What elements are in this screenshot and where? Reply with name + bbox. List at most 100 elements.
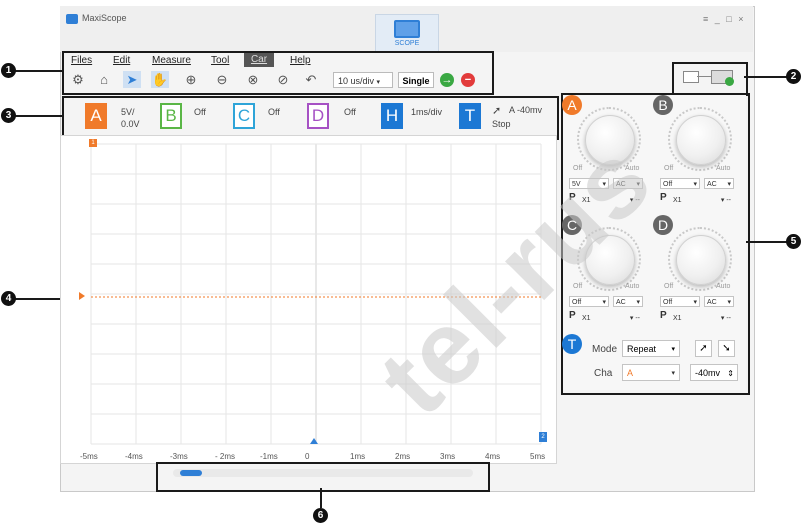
callout-box-scrollbar — [156, 462, 490, 492]
callout-number-2: 2 — [786, 69, 801, 84]
zoom-y-icon[interactable]: ⊘ — [274, 71, 292, 88]
channel-c-button[interactable]: C — [233, 103, 255, 129]
trigger-mode-value: Repeat — [627, 344, 657, 354]
menu-help[interactable]: Help — [290, 55, 311, 66]
cursor-marker-top[interactable]: 1 — [89, 139, 97, 147]
channel-b-badge: B — [653, 95, 673, 115]
channel-d-volt-select[interactable]: Off ▾ — [660, 296, 700, 307]
trigger-channel-label: Cha — [594, 368, 613, 379]
zoom-in-icon[interactable]: ⊕ — [182, 71, 200, 88]
channel-d-volt-value: Off — [663, 299, 673, 306]
channel-d-knob[interactable] — [676, 235, 726, 285]
horizontal-timebase: 1ms/div — [411, 107, 443, 117]
zoom-x-icon[interactable]: ⊗ — [244, 71, 262, 88]
channel-c-probe-value: X1 — [582, 315, 591, 322]
channel-d-settings: D Off Auto Off ▾ AC ▾ P X1 ▾ -- — [653, 215, 743, 335]
tab-scope-label: SCOPE — [394, 40, 420, 47]
channel-d-coupling-select[interactable]: AC ▾ — [704, 296, 734, 307]
horizontal-button[interactable]: H — [381, 103, 403, 129]
switch-status-icon — [725, 77, 734, 86]
trigger-edge-icon: ➚ — [492, 105, 502, 117]
x-tick-label: 0 — [305, 452, 310, 461]
knob-auto-label: Auto — [716, 283, 731, 290]
x-tick-label: -5ms — [80, 452, 98, 461]
cursor-marker-bottom[interactable]: 2 — [539, 432, 547, 442]
knob-off-label: Off — [664, 283, 674, 290]
channel-b-coupling-select[interactable]: AC ▾ — [704, 178, 734, 189]
probe-label: P — [660, 310, 667, 321]
channel-a-status: 5V/0.0V — [121, 106, 140, 130]
switch-line — [697, 76, 711, 77]
x-tick-label: 4ms — [485, 452, 501, 461]
knob-off-label: Off — [664, 165, 674, 172]
x-tick-label: -4ms — [125, 452, 143, 461]
knob-auto-label: Auto — [716, 165, 731, 172]
x-tick-label: -3ms — [170, 452, 188, 461]
menu-car[interactable]: Car — [244, 53, 274, 67]
view-single-icon[interactable] — [683, 71, 699, 83]
trigger-level-input[interactable]: -40mv ⇕ — [690, 364, 738, 381]
app-logo-icon — [66, 14, 78, 24]
falling-edge-icon[interactable]: ➘ — [718, 340, 735, 357]
x-tick-label: 3ms — [440, 452, 456, 461]
trigger-mode-select[interactable]: Repeat ▾ — [622, 340, 680, 357]
menu-files[interactable]: Files — [71, 55, 92, 66]
pointer-icon[interactable]: ➤ — [123, 71, 141, 88]
x-tick-label: -1ms — [260, 452, 278, 461]
rising-edge-icon[interactable]: ➚ — [695, 340, 712, 357]
callout-number-3: 3 — [1, 108, 16, 123]
channel-c-coupling-value: AC — [616, 299, 626, 306]
x-tick-label: 2ms — [395, 452, 411, 461]
window-controls[interactable]: ≡ _ □ × — [703, 14, 745, 24]
undo-icon[interactable]: ↶ — [302, 71, 320, 88]
channel-d-probe-select[interactable]: X1 ▾ -- — [670, 312, 734, 323]
menu-tool[interactable]: Tool — [211, 55, 229, 66]
stop-icon[interactable]: − — [461, 73, 475, 87]
x-tick-label: 5ms — [530, 452, 546, 461]
trigger-badge: T — [562, 334, 582, 354]
channel-b-button[interactable]: B — [160, 103, 182, 129]
time-scrollbar-thumb[interactable] — [180, 470, 202, 476]
trigger-position-marker[interactable] — [310, 438, 318, 444]
callout-leader — [14, 70, 62, 72]
channel-c-coupling-select[interactable]: AC ▾ — [613, 296, 643, 307]
trigger-button[interactable]: T — [459, 103, 481, 129]
callout-leader — [746, 241, 788, 243]
probe-label: P — [569, 310, 576, 321]
trigger-level: A -40mv — [509, 105, 543, 115]
channel-d-coupling-value: AC — [707, 299, 717, 306]
channel-c-status: Off — [268, 107, 280, 117]
channel-a-offset-marker[interactable] — [79, 292, 85, 300]
trigger-channel-select[interactable]: A ▾ — [622, 364, 680, 381]
trigger-channel-value: A — [627, 368, 634, 378]
channel-c-probe-select[interactable]: X1 ▾ -- — [579, 312, 643, 323]
callout-number-1: 1 — [1, 63, 16, 78]
trigger-level-value: -40mv — [695, 368, 721, 378]
channel-b-probe-select[interactable]: X1 ▾ -- — [670, 194, 734, 205]
x-tick-label: 1ms — [350, 452, 366, 461]
tab-scope[interactable]: SCOPE — [375, 14, 439, 53]
gear-icon[interactable]: ⚙ — [69, 71, 87, 88]
channel-d-button[interactable]: D — [307, 103, 329, 129]
x-tick-label: - 2ms — [215, 452, 235, 461]
time-scrollbar[interactable] — [173, 469, 473, 477]
play-icon[interactable]: → — [440, 73, 454, 87]
app-title: MaxiScope — [82, 13, 127, 23]
trigger-state: Stop — [492, 119, 511, 129]
home-icon[interactable]: ⌂ — [95, 71, 113, 88]
channel-a-button[interactable]: A — [85, 103, 107, 129]
hand-icon[interactable]: ✋ — [151, 71, 169, 88]
single-button[interactable]: Single — [398, 72, 434, 88]
channel-b-volt-value: Off — [663, 181, 673, 188]
callout-number-6: 6 — [313, 508, 328, 523]
zoom-out-icon[interactable]: ⊖ — [213, 71, 231, 88]
callout-leader — [320, 488, 322, 508]
channel-b-knob[interactable] — [676, 115, 726, 165]
timebase-select[interactable]: 10 us/div ▾ — [333, 72, 393, 88]
menu-measure[interactable]: Measure — [152, 55, 191, 66]
menu-edit[interactable]: Edit — [113, 55, 130, 66]
callout-leader — [744, 76, 788, 78]
channel-b-coupling-value: AC — [707, 181, 717, 188]
callout-number-4: 4 — [1, 291, 16, 306]
channel-b-volt-select[interactable]: Off ▾ — [660, 178, 700, 189]
